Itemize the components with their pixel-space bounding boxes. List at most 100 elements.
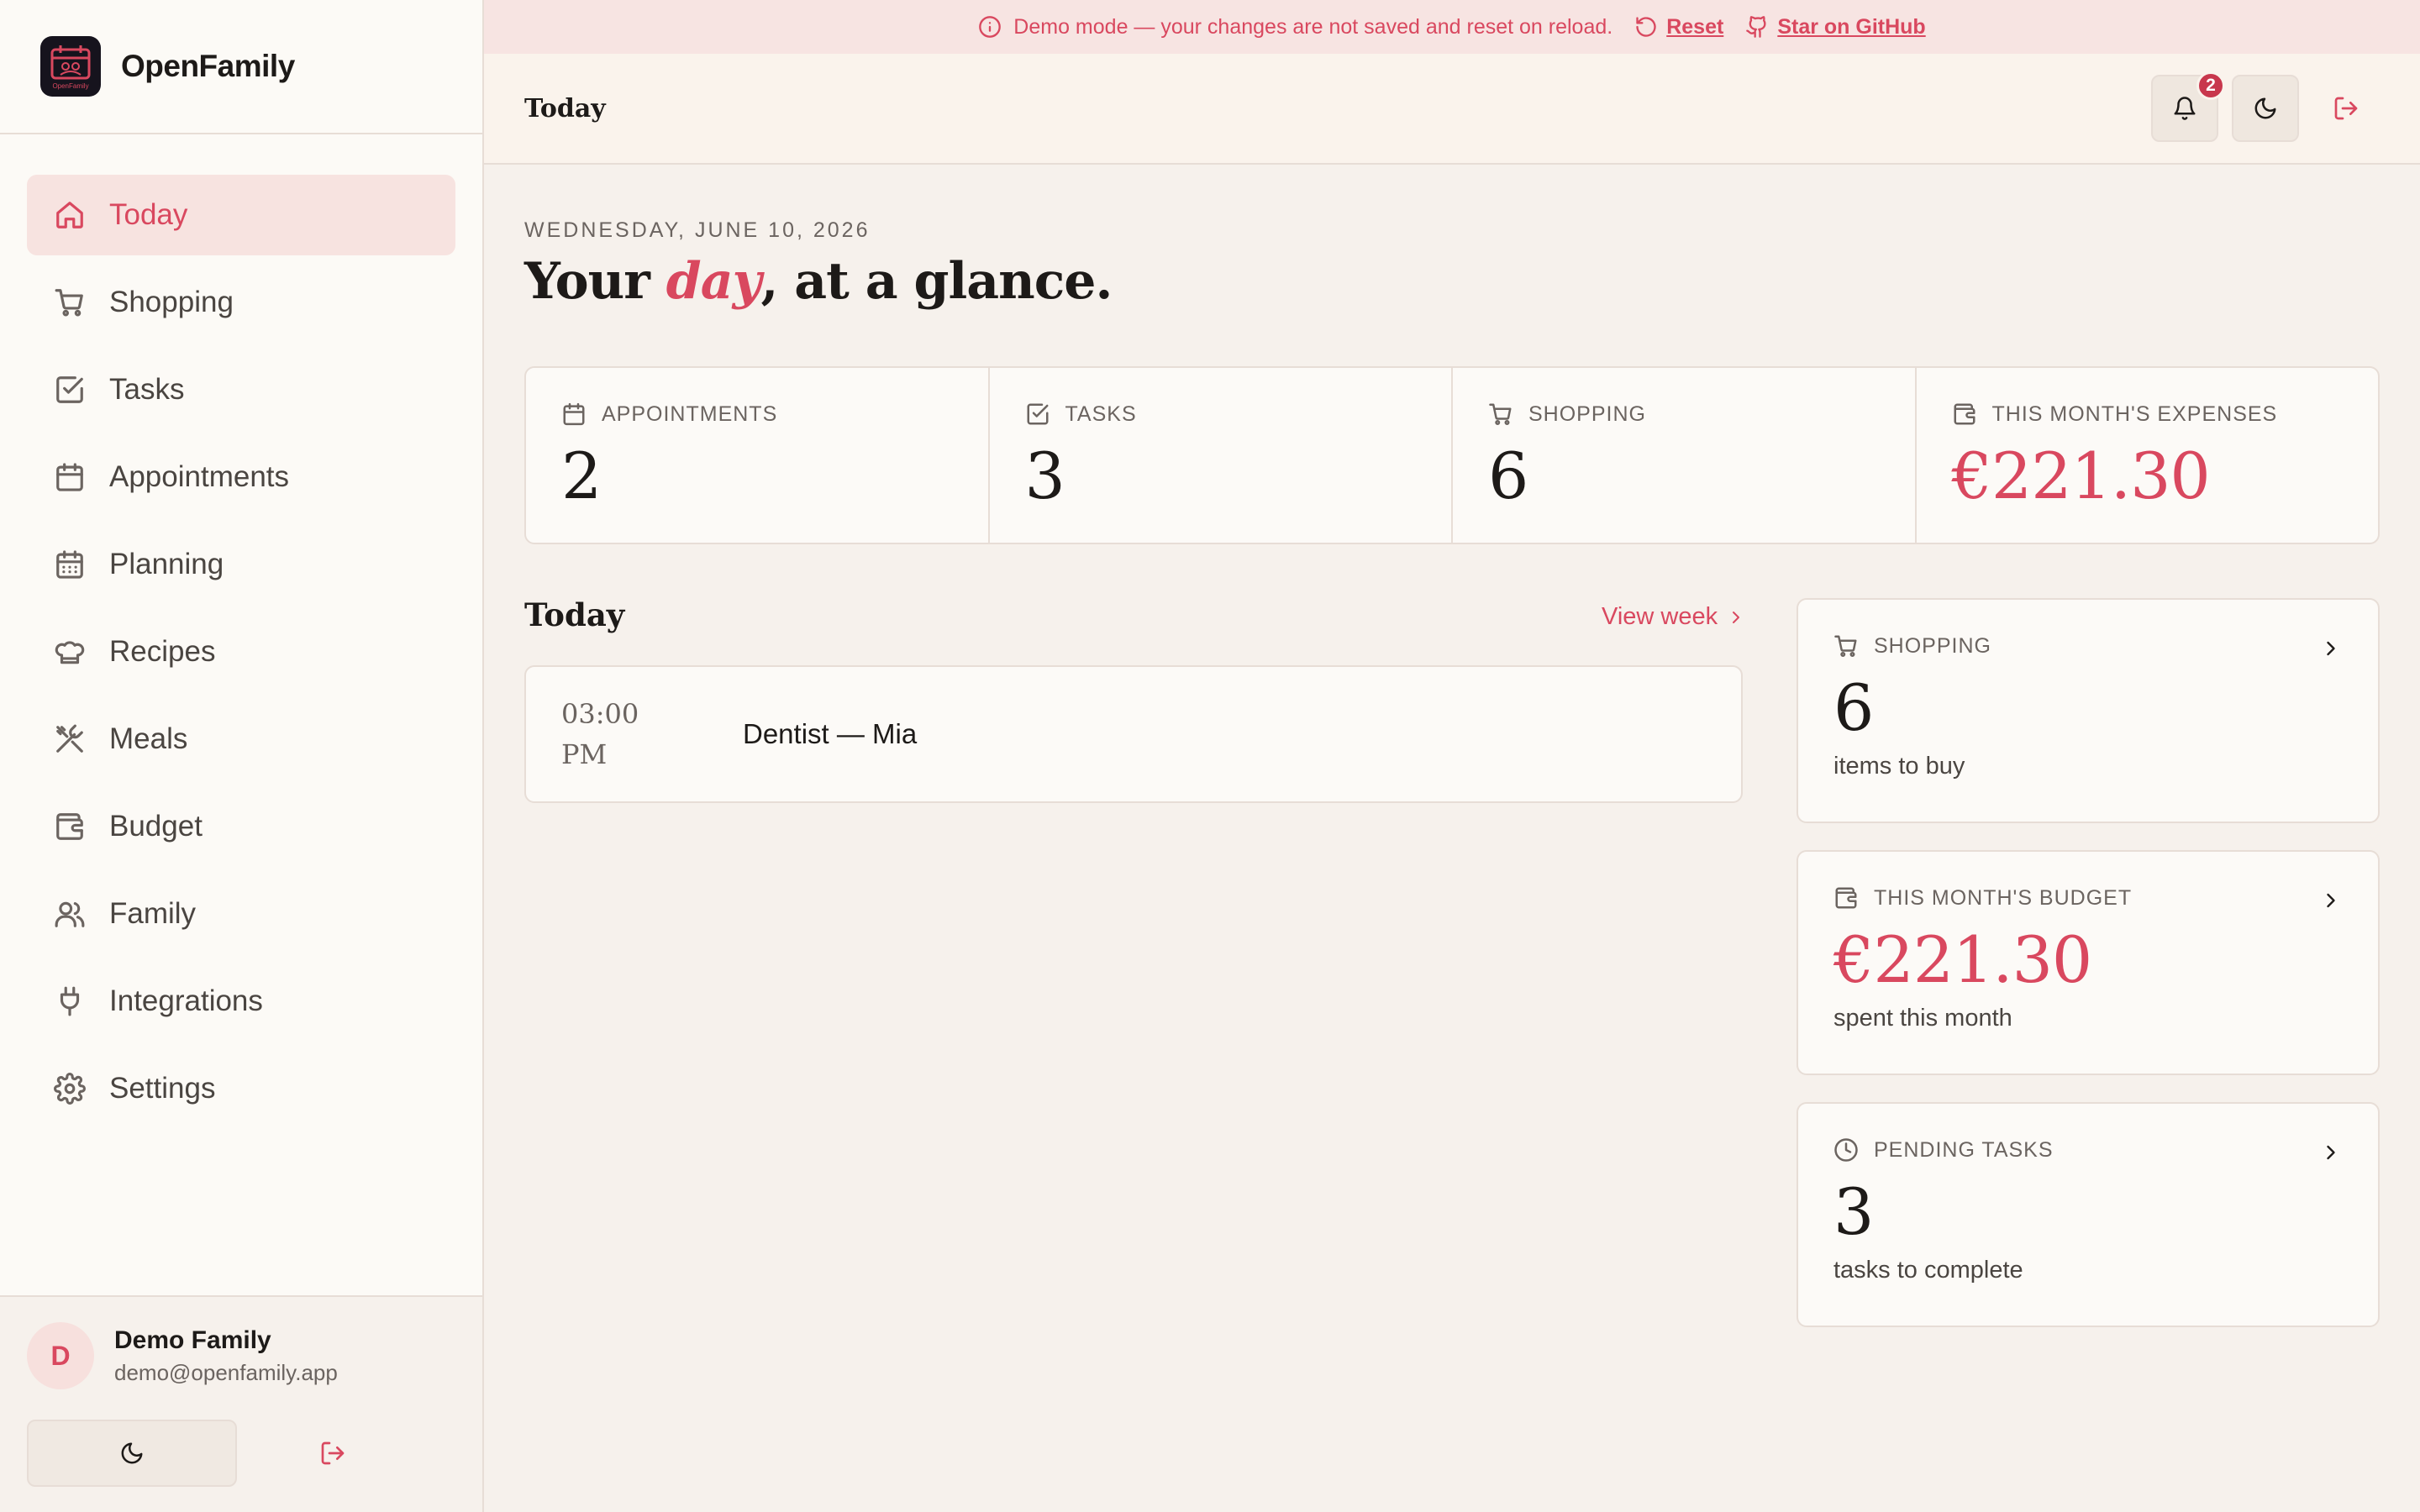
avatar: D [27,1322,94,1389]
sidebar-item-label: Tasks [109,373,185,406]
users-icon [55,901,85,927]
sidebar-item-label: Shopping [109,286,234,318]
pending-tasks-card[interactable]: PENDING TASKS 3 tasks to complete [1797,1102,2380,1327]
appointment-time-hour: 03:00 [561,698,639,730]
utensils-icon [56,724,83,753]
card-subtitle: spent this month [1833,1005,2012,1032]
sidebar-item-tasks[interactable]: Tasks [27,349,455,430]
stat-value: €221.30 [1951,438,2211,513]
logo-text: OpenFamily [52,82,88,90]
sidebar-item-label: Recipes [109,635,216,668]
github-icon [1746,16,1766,38]
notifications-button[interactable]: 2 [2151,71,2225,142]
app-name: OpenFamily [121,49,295,83]
clock-icon [1834,1138,1858,1162]
card-subtitle: items to buy [1833,753,1965,780]
card-value: 6 [1833,670,1874,745]
github-label[interactable]: Star on GitHub [1777,15,1925,39]
theme-toggle-button[interactable] [27,1420,237,1487]
sidebar-item-label: Settings [109,1072,216,1105]
cart-icon [55,289,83,317]
sidebar-item-planning[interactable]: Planning [27,524,455,605]
sidebar-item-label: Appointments [109,460,290,493]
sidebar: OpenFamily OpenFamily Today Shopping Tas… [0,0,484,1512]
moon-icon [2254,97,2276,119]
reset-label[interactable]: Reset [1666,15,1723,39]
stat-appointments: APPOINTMENTS 2 [526,368,990,543]
headline-before: Your [524,252,666,311]
shopping-card[interactable]: SHOPPING 6 items to buy [1797,598,2380,823]
sidebar-item-integrations[interactable]: Integrations [27,961,455,1042]
wallet-icon [1835,887,1857,909]
user-profile[interactable]: D Demo Family demo@openfamily.app [0,1297,482,1389]
logout-icon [2334,97,2358,120]
banner-message: Demo mode — your changes are not saved a… [1013,14,1613,39]
reset-link[interactable]: Reset [1634,15,1723,39]
calendar-icon [56,463,83,491]
calendar-icon [563,402,585,426]
user-name: Demo Family [114,1326,271,1354]
card-value: €221.30 [1833,922,2092,997]
stat-value: 3 [1024,438,1065,513]
top-header: Today 2 [484,54,2420,165]
appointment-title: Dentist — Mia [743,718,918,749]
chevron-right-icon [2327,1145,2335,1160]
theme-toggle-button[interactable] [2232,75,2299,142]
cart-icon [1834,635,1857,658]
chevron-right-icon [1733,611,1740,623]
current-date: WEDNESDAY, JUNE 10, 2026 [524,218,871,242]
summary-cards: SHOPPING 6 items to buy THIS MONTH'S BUD… [1797,598,2380,1354]
appointment-item[interactable]: 03:00 PM Dentist — Mia [524,665,1743,803]
demo-banner: Demo mode — your changes are not saved a… [484,0,2420,54]
refresh-icon [1636,17,1656,37]
card-label: THIS MONTH'S BUDGET [1874,885,2133,910]
appointment-time: 03:00 PM [561,694,704,774]
sidebar-item-family[interactable]: Family [27,874,455,954]
gear-icon [54,1073,86,1105]
sidebar-item-today[interactable]: Today [27,175,455,255]
notification-badge: 2 [2196,71,2225,100]
logout-button[interactable] [299,1420,366,1487]
stat-shopping: SHOPPING 6 [1453,368,1917,543]
plug-icon [60,986,80,1016]
view-week-link[interactable]: View week [1602,603,1746,631]
headline-emphasis: day [666,252,762,311]
sidebar-footer: D Demo Family demo@openfamily.app [0,1295,482,1512]
stats-overview: APPOINTMENTS 2 TASKS 3 SHOPPING 6 THIS M… [524,366,2380,544]
github-link[interactable]: Star on GitHub [1745,15,1926,39]
check-square-icon [1027,403,1048,425]
sidebar-item-budget[interactable]: Budget [27,786,455,867]
sidebar-item-settings[interactable]: Settings [27,1048,455,1129]
chevron-right-icon [2327,641,2335,656]
today-section-title: Today [524,596,625,633]
stat-expenses: THIS MONTH'S EXPENSES €221.30 [1917,368,2379,543]
sidebar-item-label: Meals [109,722,188,755]
chevron-right-icon [2327,893,2335,908]
logout-icon [321,1441,345,1465]
info-icon [979,16,1002,38]
card-subtitle: tasks to complete [1833,1257,2023,1284]
view-week-label: View week [1602,603,1718,630]
headline-after: , at a glance. [760,252,1113,311]
card-label: PENDING TASKS [1874,1137,2054,1162]
sidebar-item-label: Today [109,198,188,231]
wallet-icon [56,813,83,840]
sidebar-item-shopping[interactable]: Shopping [27,262,455,343]
sidebar-item-label: Integrations [109,984,263,1017]
stat-label: TASKS [1065,402,1137,426]
card-label: SHOPPING [1874,633,1991,658]
appointment-time-period: PM [561,738,608,770]
app-logo[interactable]: OpenFamily [40,36,101,97]
sidebar-item-label: Budget [109,810,203,843]
sidebar-item-appointments[interactable]: Appointments [27,437,455,517]
sidebar-item-recipes[interactable]: Recipes [27,612,455,692]
sidebar-item-label: Family [109,897,197,930]
page-title: Today [524,93,606,123]
page-headline: Your day, at a glance. [524,252,1113,311]
sidebar-item-meals[interactable]: Meals [27,699,455,780]
logout-button[interactable] [2312,75,2380,142]
stat-value: 6 [1488,438,1528,513]
card-value: 3 [1833,1174,1874,1249]
budget-card[interactable]: THIS MONTH'S BUDGET €221.30 spent this m… [1797,850,2380,1075]
stat-label: THIS MONTH'S EXPENSES [1991,402,2278,426]
